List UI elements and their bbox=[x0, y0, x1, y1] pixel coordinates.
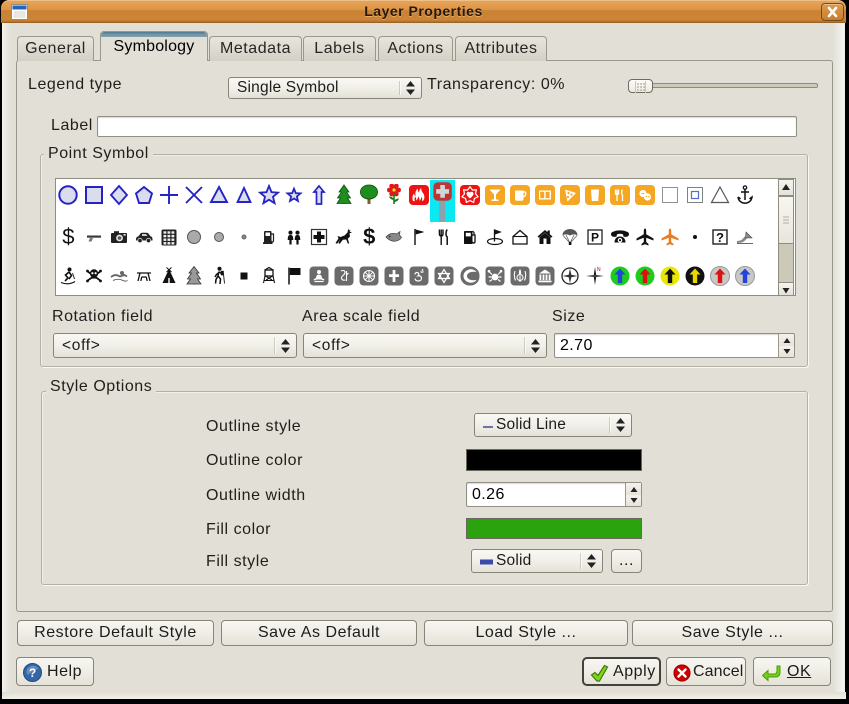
svg-text:?: ? bbox=[29, 666, 36, 680]
svg-text:P: P bbox=[591, 230, 599, 244]
svg-text:?: ? bbox=[716, 229, 724, 244]
svg-text:N: N bbox=[597, 267, 601, 273]
